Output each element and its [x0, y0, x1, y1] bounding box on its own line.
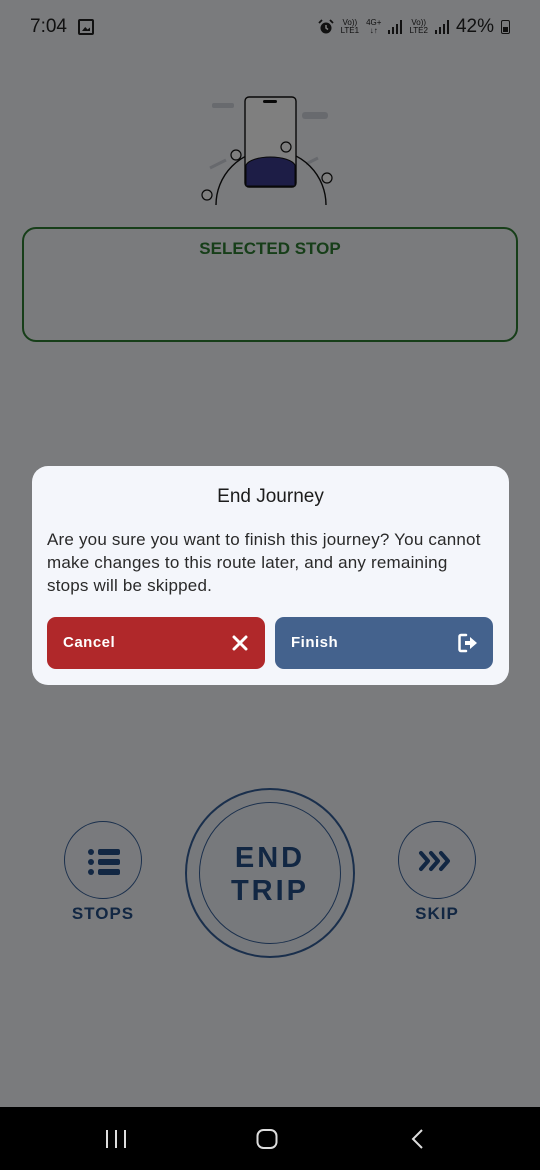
finish-button[interactable]: Finish	[275, 617, 493, 669]
dialog-title: End Journey	[217, 486, 324, 507]
close-icon	[232, 635, 248, 651]
end-journey-dialog: End Journey Are you sure you want to fin…	[32, 466, 509, 685]
cancel-button[interactable]: Cancel	[47, 617, 265, 669]
dialog-message: Are you sure you want to finish this jou…	[47, 530, 481, 595]
home-icon[interactable]	[256, 1129, 278, 1149]
logout-icon	[458, 633, 477, 653]
back-icon[interactable]	[410, 1129, 426, 1149]
finish-button-label: Finish	[291, 634, 339, 651]
cancel-button-label: Cancel	[63, 634, 116, 651]
recent-apps-icon[interactable]	[104, 1129, 128, 1149]
system-nav-bar	[0, 1107, 540, 1170]
